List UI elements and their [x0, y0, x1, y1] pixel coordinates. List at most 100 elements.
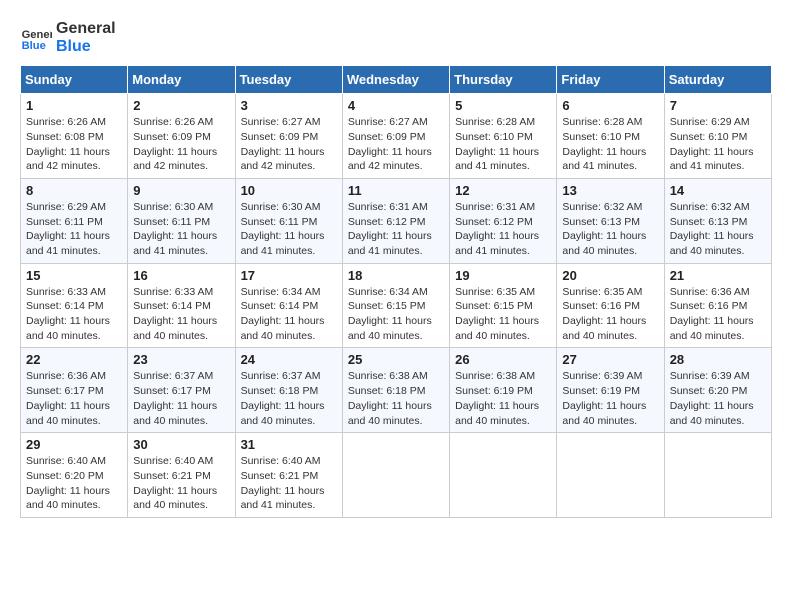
day-number: 10	[241, 183, 337, 198]
day-number: 15	[26, 268, 122, 283]
day-info: Sunrise: 6:40 AM Sunset: 6:21 PM Dayligh…	[241, 454, 337, 513]
weekday-header-friday: Friday	[557, 66, 664, 94]
page-header: General Blue General Blue	[20, 20, 772, 55]
day-info: Sunrise: 6:29 AM Sunset: 6:11 PM Dayligh…	[26, 200, 122, 259]
day-number: 31	[241, 437, 337, 452]
day-info: Sunrise: 6:37 AM Sunset: 6:17 PM Dayligh…	[133, 369, 229, 428]
calendar-cell: 5Sunrise: 6:28 AM Sunset: 6:10 PM Daylig…	[450, 94, 557, 179]
calendar-cell: 15 Sunrise: 6:33 AM Sunset: 6:14 PM Dayli…	[21, 263, 128, 348]
day-info: Sunrise: 6:32 AM Sunset: 6:13 PM Dayligh…	[670, 200, 766, 259]
day-number: 3	[241, 98, 337, 113]
day-number: 22	[26, 352, 122, 367]
calendar-cell: 7 Sunrise: 6:29 AM Sunset: 6:10 PM Daylig…	[664, 94, 771, 179]
day-number: 24	[241, 352, 337, 367]
logo-text-general: General	[56, 20, 116, 38]
calendar-cell: 10 Sunrise: 6:30 AM Sunset: 6:11 PM Dayli…	[235, 178, 342, 263]
calendar-cell: 9 Sunrise: 6:30 AM Sunset: 6:11 PM Daylig…	[128, 178, 235, 263]
day-number: 8	[26, 183, 122, 198]
day-info: Sunrise: 6:34 AM Sunset: 6:15 PM Dayligh…	[348, 285, 444, 344]
day-number: 7	[670, 98, 766, 113]
day-number: 30	[133, 437, 229, 452]
logo-icon: General Blue	[20, 22, 52, 54]
day-info: Sunrise: 6:35 AM Sunset: 6:16 PM Dayligh…	[562, 285, 658, 344]
day-info: Sunrise: 6:36 AM Sunset: 6:17 PM Dayligh…	[26, 369, 122, 428]
day-info: Sunrise: 6:28 AM Sunset: 6:10 PM Dayligh…	[562, 115, 658, 174]
calendar-cell: 31 Sunrise: 6:40 AM Sunset: 6:21 PM Dayli…	[235, 433, 342, 518]
day-number: 13	[562, 183, 658, 198]
calendar-cell	[557, 433, 664, 518]
day-number: 1	[26, 98, 122, 113]
weekday-header-thursday: Thursday	[450, 66, 557, 94]
day-number: 29	[26, 437, 122, 452]
day-number: 23	[133, 352, 229, 367]
calendar-cell: 1Sunrise: 6:26 AM Sunset: 6:08 PM Daylig…	[21, 94, 128, 179]
weekday-header-sunday: Sunday	[21, 66, 128, 94]
calendar-cell: 6 Sunrise: 6:28 AM Sunset: 6:10 PM Daylig…	[557, 94, 664, 179]
calendar-cell: 16 Sunrise: 6:33 AM Sunset: 6:14 PM Dayli…	[128, 263, 235, 348]
calendar-week-3: 15 Sunrise: 6:33 AM Sunset: 6:14 PM Dayli…	[21, 263, 772, 348]
calendar-cell: 30Sunrise: 6:40 AM Sunset: 6:21 PM Dayli…	[128, 433, 235, 518]
svg-text:Blue: Blue	[22, 40, 46, 52]
calendar-cell: 28 Sunrise: 6:39 AM Sunset: 6:20 PM Dayli…	[664, 348, 771, 433]
calendar-cell: 24 Sunrise: 6:37 AM Sunset: 6:18 PM Dayli…	[235, 348, 342, 433]
day-info: Sunrise: 6:39 AM Sunset: 6:19 PM Dayligh…	[562, 369, 658, 428]
day-number: 18	[348, 268, 444, 283]
day-info: Sunrise: 6:38 AM Sunset: 6:18 PM Dayligh…	[348, 369, 444, 428]
day-info: Sunrise: 6:31 AM Sunset: 6:12 PM Dayligh…	[348, 200, 444, 259]
calendar-cell: 19Sunrise: 6:35 AM Sunset: 6:15 PM Dayli…	[450, 263, 557, 348]
day-number: 11	[348, 183, 444, 198]
calendar-week-5: 29Sunrise: 6:40 AM Sunset: 6:20 PM Dayli…	[21, 433, 772, 518]
day-number: 6	[562, 98, 658, 113]
day-number: 28	[670, 352, 766, 367]
day-number: 16	[133, 268, 229, 283]
day-info: Sunrise: 6:33 AM Sunset: 6:14 PM Dayligh…	[26, 285, 122, 344]
day-number: 17	[241, 268, 337, 283]
day-info: Sunrise: 6:37 AM Sunset: 6:18 PM Dayligh…	[241, 369, 337, 428]
calendar-cell: 26 Sunrise: 6:38 AM Sunset: 6:19 PM Dayli…	[450, 348, 557, 433]
day-info: Sunrise: 6:34 AM Sunset: 6:14 PM Dayligh…	[241, 285, 337, 344]
calendar-cell: 14 Sunrise: 6:32 AM Sunset: 6:13 PM Dayli…	[664, 178, 771, 263]
calendar-week-2: 8 Sunrise: 6:29 AM Sunset: 6:11 PM Daylig…	[21, 178, 772, 263]
calendar-cell: 17 Sunrise: 6:34 AM Sunset: 6:14 PM Dayli…	[235, 263, 342, 348]
calendar-cell: 27 Sunrise: 6:39 AM Sunset: 6:19 PM Dayli…	[557, 348, 664, 433]
day-number: 9	[133, 183, 229, 198]
calendar-cell: 4 Sunrise: 6:27 AM Sunset: 6:09 PM Daylig…	[342, 94, 449, 179]
calendar-cell: 25 Sunrise: 6:38 AM Sunset: 6:18 PM Dayli…	[342, 348, 449, 433]
day-info: Sunrise: 6:38 AM Sunset: 6:19 PM Dayligh…	[455, 369, 551, 428]
calendar-table: SundayMondayTuesdayWednesdayThursdayFrid…	[20, 65, 772, 518]
day-number: 19	[455, 268, 551, 283]
day-number: 12	[455, 183, 551, 198]
day-info: Sunrise: 6:36 AM Sunset: 6:16 PM Dayligh…	[670, 285, 766, 344]
day-info: Sunrise: 6:30 AM Sunset: 6:11 PM Dayligh…	[133, 200, 229, 259]
calendar-week-4: 22 Sunrise: 6:36 AM Sunset: 6:17 PM Dayli…	[21, 348, 772, 433]
day-number: 14	[670, 183, 766, 198]
day-info: Sunrise: 6:33 AM Sunset: 6:14 PM Dayligh…	[133, 285, 229, 344]
day-info: Sunrise: 6:31 AM Sunset: 6:12 PM Dayligh…	[455, 200, 551, 259]
weekday-header-wednesday: Wednesday	[342, 66, 449, 94]
calendar-cell	[342, 433, 449, 518]
day-number: 20	[562, 268, 658, 283]
day-info: Sunrise: 6:27 AM Sunset: 6:09 PM Dayligh…	[241, 115, 337, 174]
calendar-cell: 13Sunrise: 6:32 AM Sunset: 6:13 PM Dayli…	[557, 178, 664, 263]
day-info: Sunrise: 6:27 AM Sunset: 6:09 PM Dayligh…	[348, 115, 444, 174]
svg-text:General: General	[22, 29, 52, 41]
calendar-cell: 29Sunrise: 6:40 AM Sunset: 6:20 PM Dayli…	[21, 433, 128, 518]
weekday-header-saturday: Saturday	[664, 66, 771, 94]
calendar-cell: 21Sunrise: 6:36 AM Sunset: 6:16 PM Dayli…	[664, 263, 771, 348]
calendar-cell: 3 Sunrise: 6:27 AM Sunset: 6:09 PM Daylig…	[235, 94, 342, 179]
calendar-cell: 22 Sunrise: 6:36 AM Sunset: 6:17 PM Dayli…	[21, 348, 128, 433]
day-number: 25	[348, 352, 444, 367]
weekday-header-tuesday: Tuesday	[235, 66, 342, 94]
day-number: 26	[455, 352, 551, 367]
day-info: Sunrise: 6:28 AM Sunset: 6:10 PM Dayligh…	[455, 115, 551, 174]
day-info: Sunrise: 6:30 AM Sunset: 6:11 PM Dayligh…	[241, 200, 337, 259]
day-number: 4	[348, 98, 444, 113]
calendar-cell: 20 Sunrise: 6:35 AM Sunset: 6:16 PM Dayli…	[557, 263, 664, 348]
day-info: Sunrise: 6:39 AM Sunset: 6:20 PM Dayligh…	[670, 369, 766, 428]
calendar-cell	[450, 433, 557, 518]
day-number: 27	[562, 352, 658, 367]
weekday-header-monday: Monday	[128, 66, 235, 94]
calendar-cell: 11 Sunrise: 6:31 AM Sunset: 6:12 PM Dayli…	[342, 178, 449, 263]
day-info: Sunrise: 6:29 AM Sunset: 6:10 PM Dayligh…	[670, 115, 766, 174]
calendar-cell: 18 Sunrise: 6:34 AM Sunset: 6:15 PM Dayli…	[342, 263, 449, 348]
